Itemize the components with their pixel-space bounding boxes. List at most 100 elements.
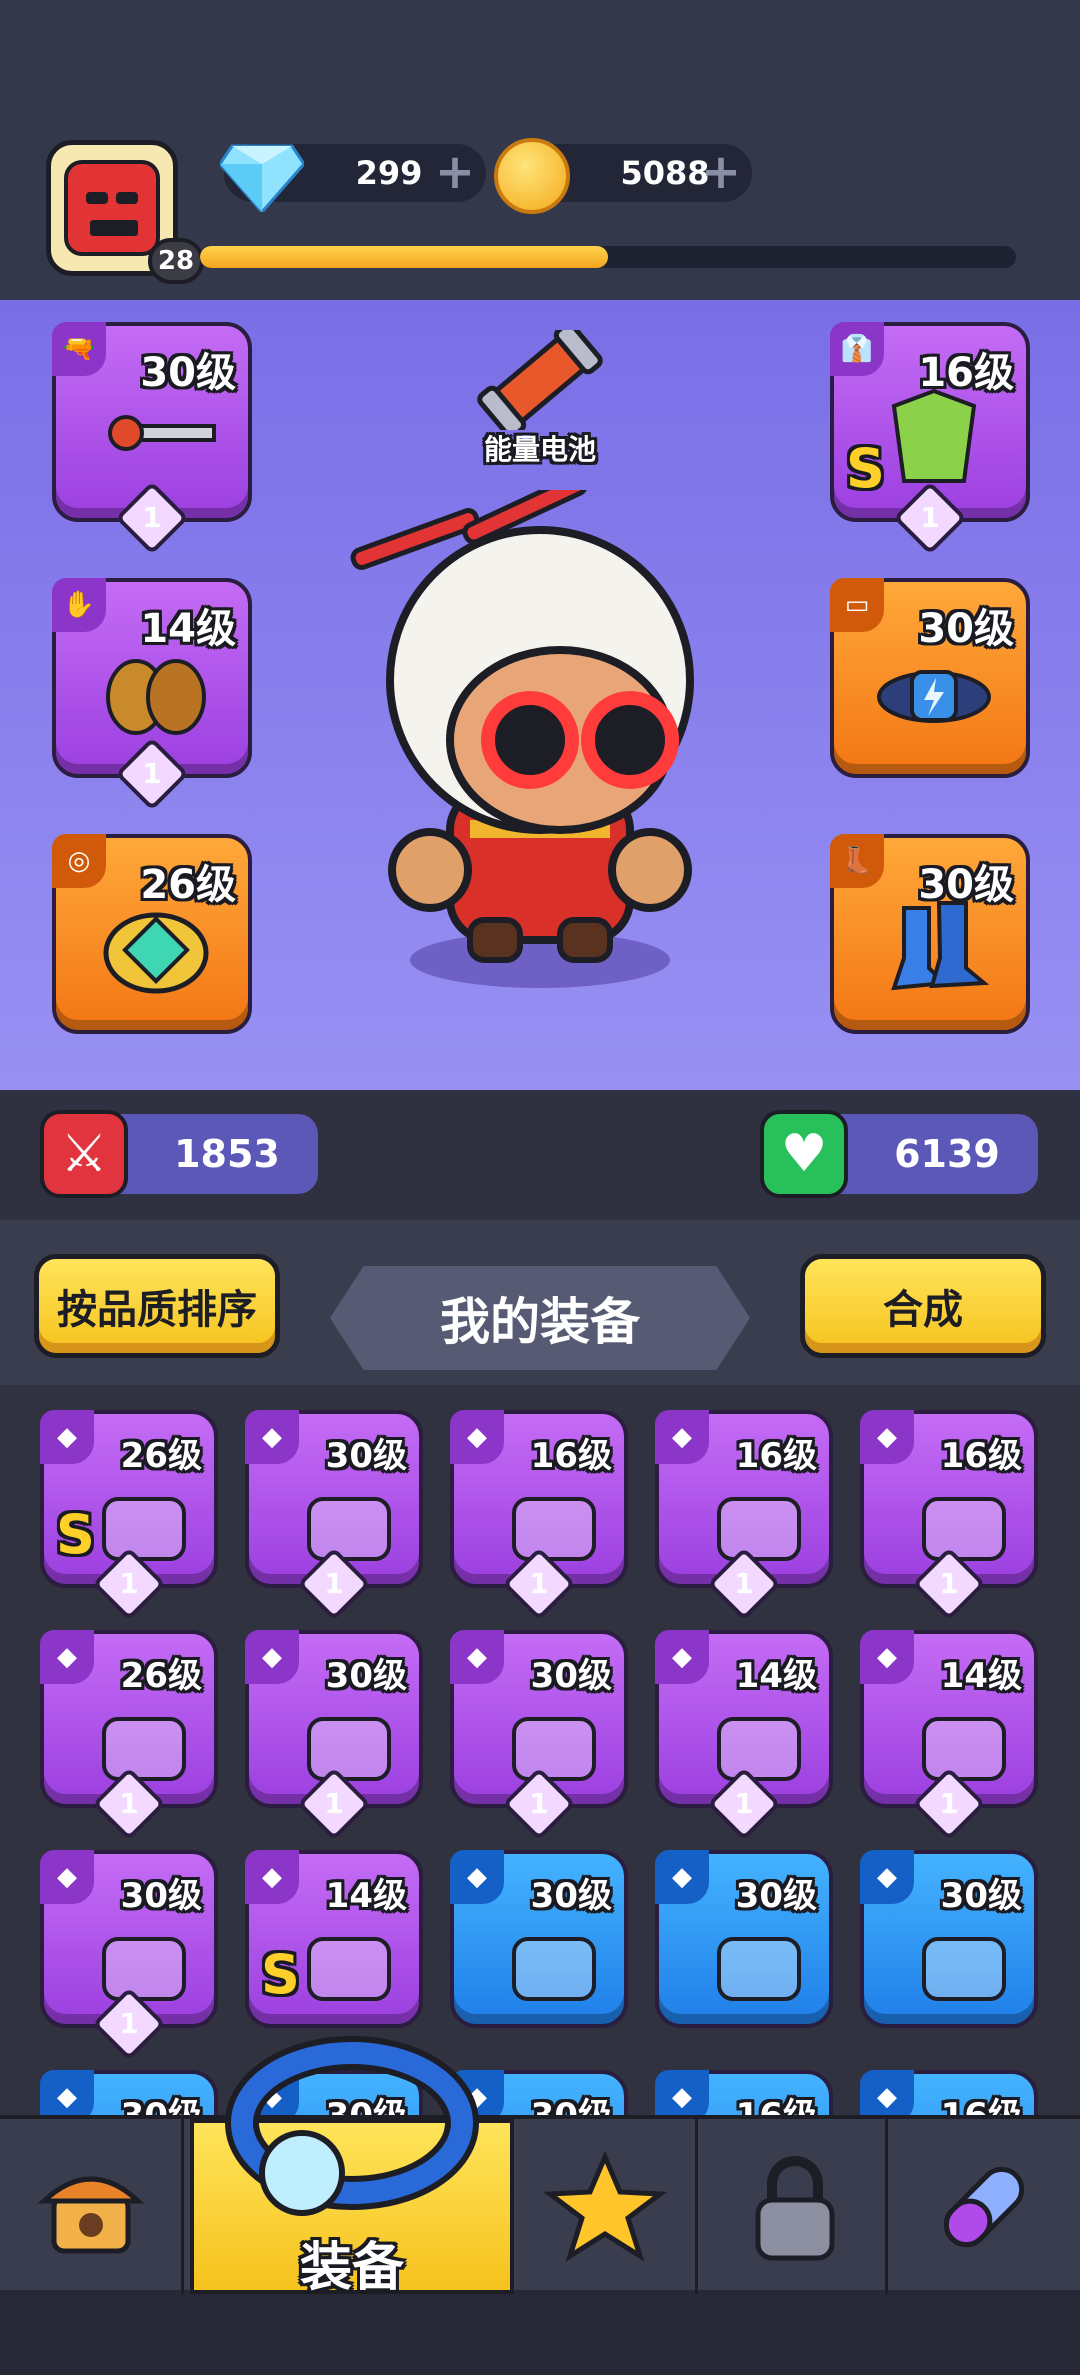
attack-stat: ⚔ 1853 — [40, 1110, 318, 1198]
inventory-item[interactable]: ◆ 30级 — [655, 1850, 833, 2028]
item-level: 26级 — [120, 1436, 202, 1476]
inventory-item[interactable]: ◆ 30级 1 — [40, 1850, 218, 2061]
item-type-icon: ◆ — [655, 1850, 709, 1904]
item-level: 16级 — [735, 1436, 817, 1476]
ring-icon: ◎ — [52, 834, 106, 888]
item-art-icon — [922, 1497, 1006, 1561]
equip-slot-belt[interactable]: ▭ 30级 — [830, 578, 1030, 778]
item-level: 26级 — [120, 1656, 202, 1696]
gloves-icon — [106, 659, 206, 735]
item-level: 30级 — [530, 1876, 612, 1916]
nav-tab-equipment-label: 装备 — [299, 2238, 404, 2298]
item-type-icon: ◆ — [245, 1410, 299, 1464]
capsule-icon — [943, 2166, 1025, 2247]
item-art-icon — [922, 1937, 1006, 2001]
equip-slot-gloves[interactable]: ✋ 14级 1 — [52, 578, 252, 811]
glove-icon: ✋ — [52, 578, 106, 632]
hero-character[interactable] — [330, 490, 750, 1010]
item-type-icon: ◆ — [40, 1410, 94, 1464]
s-rank-mark: S — [56, 1503, 95, 1566]
lock-icon — [755, 2155, 834, 2260]
nav-tab-locked[interactable] — [704, 2119, 888, 2294]
inventory-item[interactable]: ◆ 30级 — [860, 1850, 1038, 2028]
diamond-icon — [220, 144, 304, 212]
item-type-icon: ◆ — [860, 1410, 914, 1464]
inventory-item[interactable]: ◆ 14级 1 — [655, 1630, 833, 1841]
inventory-item[interactable]: ◆ 14级 1 — [860, 1630, 1038, 1841]
inventory-item[interactable]: ◆ 30级 1 — [245, 1410, 423, 1621]
item-art-icon — [717, 1717, 801, 1781]
energy-battery-label: 能量电池 — [483, 433, 596, 466]
item-art-icon — [512, 1497, 596, 1561]
energy-battery-icon[interactable] — [470, 330, 610, 430]
item-art-icon — [102, 1717, 186, 1781]
equip-slot-ring[interactable]: ◎ 26级 — [52, 834, 252, 1034]
armor-icon: 👔 — [830, 322, 884, 376]
item-art-icon — [922, 1717, 1006, 1781]
item-level: 16级 — [940, 1436, 1022, 1476]
equip-slot-weapon[interactable]: 🔫 30级 1 — [52, 322, 252, 555]
ring-icon — [225, 2036, 479, 2216]
item-art-icon — [512, 1717, 596, 1781]
boot-icon: 👢 — [830, 834, 884, 888]
item-art-icon — [307, 1497, 391, 1561]
weapon-icon: 🔫 — [52, 322, 106, 376]
star-icon — [542, 2151, 667, 2262]
item-type-icon: ◆ — [245, 1630, 299, 1684]
item-type-icon: ◆ — [40, 1850, 94, 1904]
heart-icon: ♥ — [760, 1110, 848, 1198]
inventory-item[interactable]: ◆ 16级 1 — [860, 1410, 1038, 1621]
inventory-item[interactable]: ◆ 30级 1 — [245, 1630, 423, 1841]
player-level-badge: 28 — [148, 238, 204, 284]
add-coins-button[interactable]: + — [698, 148, 744, 196]
item-type-icon: ◆ — [40, 1630, 94, 1684]
xp-progress-fill — [200, 246, 608, 268]
nav-tab-battle[interactable] — [514, 2119, 698, 2294]
item-type-icon: ◆ — [860, 1850, 914, 1904]
item-art-icon — [307, 1717, 391, 1781]
inventory-header: 按品质排序 我的装备 合成 — [0, 1220, 1080, 1385]
sword-icon: ⚔ — [40, 1110, 128, 1198]
equip-slot-boots[interactable]: 👢 30级 — [830, 834, 1030, 1034]
item-level: 30级 — [325, 1656, 407, 1696]
item-type-icon: ◆ — [860, 1630, 914, 1684]
equip-slot-armor[interactable]: 👔 16级 S 1 — [830, 322, 1030, 555]
item-level: 14级 — [940, 1656, 1022, 1696]
add-gems-button[interactable]: + — [432, 148, 478, 196]
inventory-panel: 按品质排序 我的装备 合成 ◆ 26级 S 1 ◆ 30级 1 ◆ 16级 1 ◆ 16级 1 ◆ 16级 1… — [0, 1220, 1080, 2248]
coin-icon — [494, 138, 570, 214]
belt-icon: ▭ — [830, 578, 884, 632]
inventory-item[interactable]: ◆ 30级 1 — [450, 1630, 628, 1841]
inventory-title: 我的装备 — [330, 1266, 750, 1370]
inventory-item[interactable]: ◆ 16级 1 — [450, 1410, 628, 1621]
item-level: 30级 — [120, 1876, 202, 1916]
nav-tab-talent[interactable] — [892, 2119, 1076, 2294]
item-type-icon: ◆ — [655, 1630, 709, 1684]
inventory-item[interactable]: ◆ 30级 — [450, 1850, 628, 2028]
inventory-item[interactable]: ◆ 14级 S — [245, 1850, 423, 2028]
inventory-item[interactable]: ◆ 26级 S 1 — [40, 1410, 218, 1621]
inventory-item[interactable]: ◆ 26级 1 — [40, 1630, 218, 1841]
item-type-icon: ◆ — [450, 1850, 504, 1904]
item-level: 14级 — [735, 1656, 817, 1696]
item-type-icon: ◆ — [245, 1850, 299, 1904]
xp-progress-bar — [200, 246, 1016, 268]
merge-button[interactable]: 合成 — [800, 1254, 1046, 1358]
item-type-icon: ◆ — [450, 1410, 504, 1464]
item-level: 30级 — [940, 1876, 1022, 1916]
sort-by-quality-button[interactable]: 按品质排序 — [34, 1254, 280, 1358]
item-type-icon: ◆ — [655, 1410, 709, 1464]
item-art-icon — [307, 1937, 391, 2001]
item-art-icon — [717, 1497, 801, 1561]
item-level: 30级 — [735, 1876, 817, 1916]
item-level: 30级 — [325, 1436, 407, 1476]
nav-tab-shop[interactable] — [0, 2119, 184, 2294]
top-bar: 28 299 + 5088 + — [0, 0, 1080, 300]
inventory-item[interactable]: ◆ 16级 1 — [655, 1410, 833, 1621]
item-art-icon — [102, 1497, 186, 1561]
s-rank-mark: S — [261, 1943, 300, 2006]
health-stat: ♥ 6139 — [760, 1110, 1038, 1198]
lightning-belt-icon — [877, 670, 991, 723]
item-art-icon — [717, 1937, 801, 2001]
ring-item-icon — [103, 912, 209, 994]
